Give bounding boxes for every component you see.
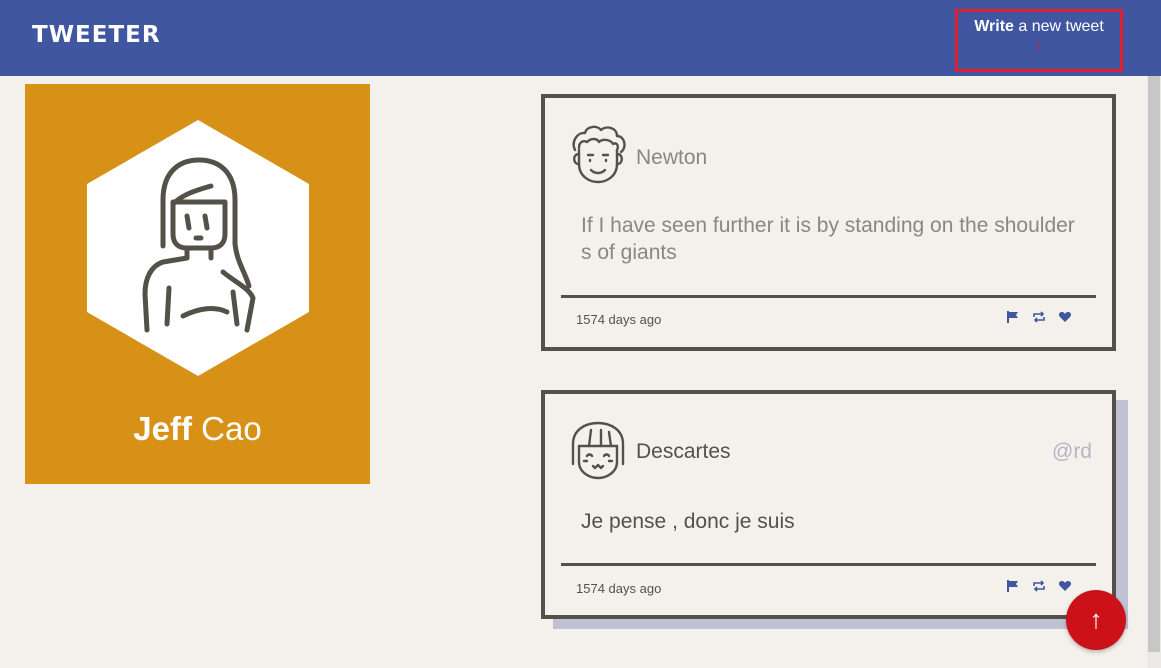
retweet-icon[interactable] [1032,310,1046,324]
arrow-down-icon: ↓ [1035,36,1043,52]
tweet-timestamp: 1574 days ago [576,312,662,327]
profile-card: Jeff Cao [25,84,370,484]
descartes-avatar-icon [571,421,625,480]
write-tweet-label: Write a new tweet [974,18,1104,35]
tweet-author: Descartes [636,440,731,463]
tweet-divider [561,563,1096,566]
flag-icon[interactable] [1006,579,1020,593]
back-to-top-button[interactable]: ↑ [1066,590,1126,650]
tweet-actions [1006,310,1072,324]
tweet-actions [1006,579,1072,593]
heart-icon[interactable] [1058,310,1072,324]
tweet-divider [561,295,1096,298]
heart-icon[interactable] [1058,579,1072,593]
tweet-handle: @rd [1052,440,1092,463]
profile-name: Jeff Cao [133,410,262,447]
retweet-icon[interactable] [1032,579,1046,593]
newton-avatar-icon [572,125,626,184]
top-navbar: TWEETER Write a new tweet ↓ [0,0,1161,76]
write-tweet-toggle[interactable]: Write a new tweet ↓ [955,9,1123,72]
brand-logo[interactable]: TWEETER [32,22,161,48]
tweet-timestamp: 1574 days ago [576,581,662,596]
arrow-up-icon: ↑ [1089,604,1103,634]
profile-avatar [87,120,309,376]
page-scrollbar[interactable] [1147,76,1161,668]
tweet-text: Je pense , donc je suis [581,510,795,533]
tweet-card: Newton If I have seen further it is by s… [541,94,1116,351]
tweet-author: Newton [636,146,708,169]
scrollbar-thumb[interactable] [1148,76,1160,652]
tweet-card: Descartes @rd Je pense , donc je suis 15… [541,390,1116,619]
flag-icon[interactable] [1006,310,1020,324]
tweet-text: If I have seen further it is by standing… [581,214,1075,264]
